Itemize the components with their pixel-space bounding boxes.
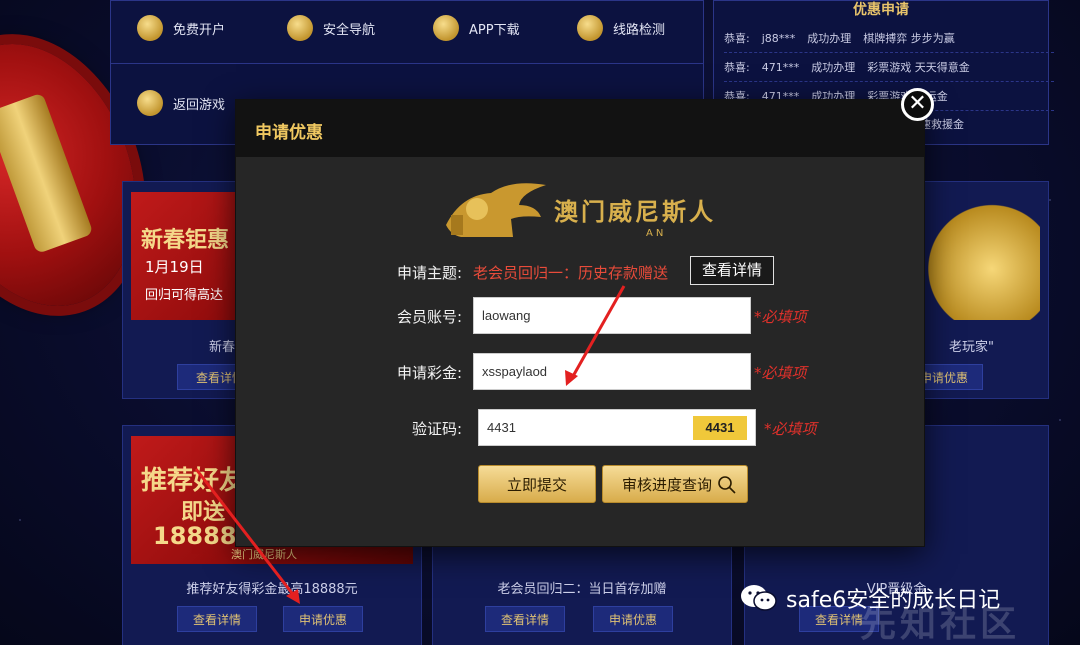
brand-sub: AN xyxy=(646,228,667,239)
dialog-header: 申请优惠 xyxy=(236,100,924,157)
nav-item-app-download[interactable]: APP下载 xyxy=(433,15,520,41)
notice-promo: 棋牌搏弈 步步为赢 xyxy=(863,32,955,45)
rocket-icon xyxy=(287,15,313,41)
view-detail-button[interactable]: 查看详情 xyxy=(690,256,774,285)
query-progress-button[interactable]: 审核进度查询 xyxy=(602,465,748,503)
notice-user: j88*** xyxy=(761,32,796,45)
bonus-label: 申请彩金: xyxy=(396,364,462,382)
query-label: 审核进度查询 xyxy=(622,476,713,494)
nav-label: APP下载 xyxy=(469,22,520,38)
banner-headline: 推荐好友 xyxy=(141,466,246,496)
account-input[interactable]: laowang xyxy=(473,297,751,334)
banner-sub: 回归可得高达 xyxy=(145,288,224,303)
apply-promo-button[interactable]: 申请优惠 xyxy=(283,606,363,632)
nav-divider xyxy=(111,63,703,64)
site-watermark: 先知社区 xyxy=(860,604,1021,645)
close-dialog-button[interactable]: ✕ xyxy=(901,88,934,121)
nav-label: 安全导航 xyxy=(323,22,376,38)
brand-name: 澳门威尼斯人 xyxy=(554,198,716,226)
nav-label: 线路检测 xyxy=(613,22,666,38)
nav-label: 免费开户 xyxy=(173,22,226,38)
notice-user: 471*** xyxy=(761,61,800,74)
theme-label: 申请主题: xyxy=(396,264,462,282)
winged-lion-logo-icon xyxy=(446,183,546,237)
notice-row: 恭喜: j88*** 成功办理 棋牌搏弈 步步为赢 xyxy=(724,25,1054,53)
banner-brand: 澳门威尼斯人 xyxy=(231,548,297,561)
promo-title: 推荐好友得彩金最高18888元 xyxy=(186,582,358,597)
submit-button[interactable]: 立即提交 xyxy=(478,465,596,503)
captcha-label: 验证码: xyxy=(411,420,462,438)
nav-item-back-to-game[interactable]: 返回游戏 xyxy=(137,90,225,116)
route-icon xyxy=(577,15,603,41)
gamepad-icon xyxy=(137,90,163,116)
captcha-image[interactable]: 4431 xyxy=(693,416,747,440)
banner-date: 1月19日 xyxy=(145,258,204,276)
apply-promo-button[interactable]: 申请优惠 xyxy=(593,606,673,632)
required-hint: *必填项 xyxy=(754,364,807,382)
gold-coins-image xyxy=(920,192,1040,320)
search-icon xyxy=(718,476,736,494)
download-icon xyxy=(433,15,459,41)
view-detail-button[interactable]: 查看详情 xyxy=(485,606,565,632)
notice-prefix: 恭喜: xyxy=(724,61,750,74)
apply-promo-dialog: 申请优惠 澳门威尼斯人 AN 申请主题: 老会员回归一：历史存款赠送 查看详情 … xyxy=(236,100,924,546)
user-plus-icon xyxy=(137,15,163,41)
required-hint: *必填项 xyxy=(764,420,817,438)
notice-prefix: 恭喜: xyxy=(724,32,750,45)
notice-promo: 彩票游戏 天天得意金 xyxy=(867,61,970,74)
nav-item-register[interactable]: 免费开户 xyxy=(137,15,225,41)
notice-status: 成功办理 xyxy=(811,61,856,74)
notice-title: 优惠申请 xyxy=(853,2,909,18)
account-label: 会员账号: xyxy=(396,308,462,326)
nav-item-route-check[interactable]: 线路检测 xyxy=(577,15,665,41)
notice-row: 恭喜: 471*** 成功办理 彩票游戏 天天得意金 xyxy=(724,54,1054,82)
theme-value: 老会员回归一：历史存款赠送 xyxy=(473,264,669,282)
bonus-input[interactable]: xsspaylaod xyxy=(473,353,751,390)
nav-item-safe-nav[interactable]: 安全导航 xyxy=(287,15,375,41)
notice-status: 成功办理 xyxy=(807,32,852,45)
promo-title: 老会员回归二：当日首存加赠 xyxy=(497,582,667,597)
banner-amount: 18888 xyxy=(153,522,237,550)
wechat-icon xyxy=(741,585,777,611)
banner-headline: 新春钜惠 xyxy=(141,228,230,253)
dialog-title: 申请优惠 xyxy=(255,123,323,143)
nav-label: 返回游戏 xyxy=(173,97,226,113)
required-hint: *必填项 xyxy=(754,308,807,326)
view-detail-button[interactable]: 查看详情 xyxy=(177,606,257,632)
